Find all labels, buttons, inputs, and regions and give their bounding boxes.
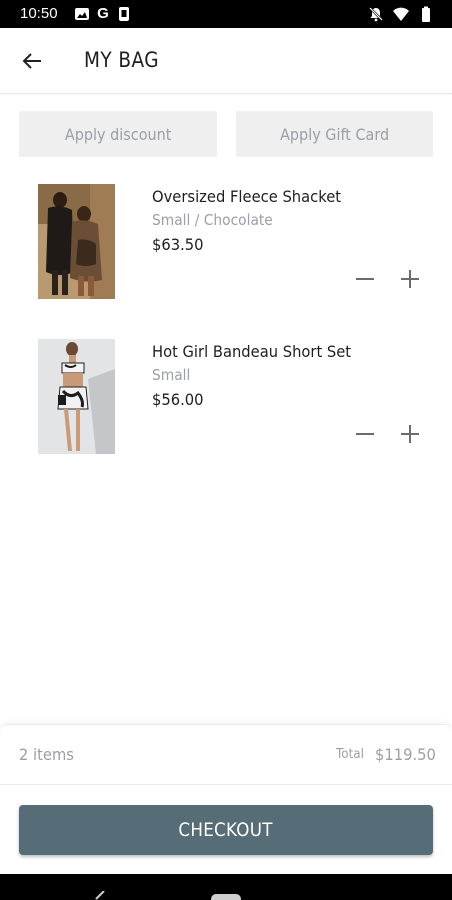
decrease-quantity-button[interactable]: [352, 423, 378, 445]
plus-icon: [401, 425, 419, 443]
item-price: $63.50: [152, 235, 204, 254]
minus-icon: [356, 278, 374, 280]
item-variant: Small / Chocolate: [152, 211, 273, 229]
product-photo-shacket: [38, 184, 115, 299]
arrow-left-icon: [22, 53, 41, 69]
apply-gift-card-label: Apply Gift Card: [279, 124, 389, 144]
checkout-footer: 2 items Total $119.50 CHECKOUT: [0, 724, 452, 874]
apply-gift-card-button[interactable]: Apply Gift Card: [235, 111, 433, 157]
product-image[interactable]: [38, 339, 115, 454]
status-left-icons: G: [74, 6, 132, 22]
decrease-quantity-button[interactable]: [352, 268, 378, 290]
minus-icon: [356, 433, 374, 435]
apply-discount-button[interactable]: Apply discount: [19, 111, 217, 157]
cart-item: Hot Girl Bandeau Short Set Small $56.00: [0, 339, 452, 469]
item-variant: Small: [152, 366, 191, 384]
total-label: Total: [336, 747, 364, 762]
status-right-icons: [368, 6, 434, 22]
wifi-icon: [393, 7, 409, 21]
app-bar: MY BAG: [0, 28, 452, 94]
apply-discount-label: Apply discount: [64, 124, 172, 144]
order-summary: 2 items Total $119.50: [0, 725, 452, 785]
item-count: 2 items: [19, 745, 74, 764]
checkout-label: CHECKOUT: [178, 819, 274, 841]
increase-quantity-button[interactable]: [397, 423, 423, 445]
checkout-button[interactable]: CHECKOUT: [19, 805, 433, 855]
product-image[interactable]: [38, 184, 115, 299]
total-value: $119.50: [375, 745, 436, 764]
battery-icon: [422, 6, 430, 22]
product-photo-bandeau-set: [38, 339, 115, 454]
plus-icon: [401, 270, 419, 288]
status-time: 10:50: [20, 5, 58, 22]
discount-actions: Apply discount Apply Gift Card: [19, 111, 433, 157]
item-name[interactable]: Oversized Fleece Shacket: [152, 187, 341, 206]
item-name[interactable]: Hot Girl Bandeau Short Set: [152, 342, 351, 361]
status-bar: 10:50 G: [0, 0, 452, 28]
increase-quantity-button[interactable]: [397, 268, 423, 290]
photo-icon: [75, 8, 89, 20]
nav-back-icon[interactable]: [92, 891, 106, 900]
google-g-icon: G: [97, 5, 109, 22]
item-price: $56.00: [152, 390, 204, 409]
back-button[interactable]: [14, 46, 50, 76]
cart-item: Oversized Fleece Shacket Small / Chocola…: [0, 184, 452, 314]
notifications-off-icon: [369, 7, 383, 22]
nav-home-button[interactable]: [211, 894, 241, 900]
screenshot-icon: [119, 7, 129, 21]
page-title: MY BAG: [84, 48, 160, 72]
system-nav-bar: [0, 874, 452, 900]
